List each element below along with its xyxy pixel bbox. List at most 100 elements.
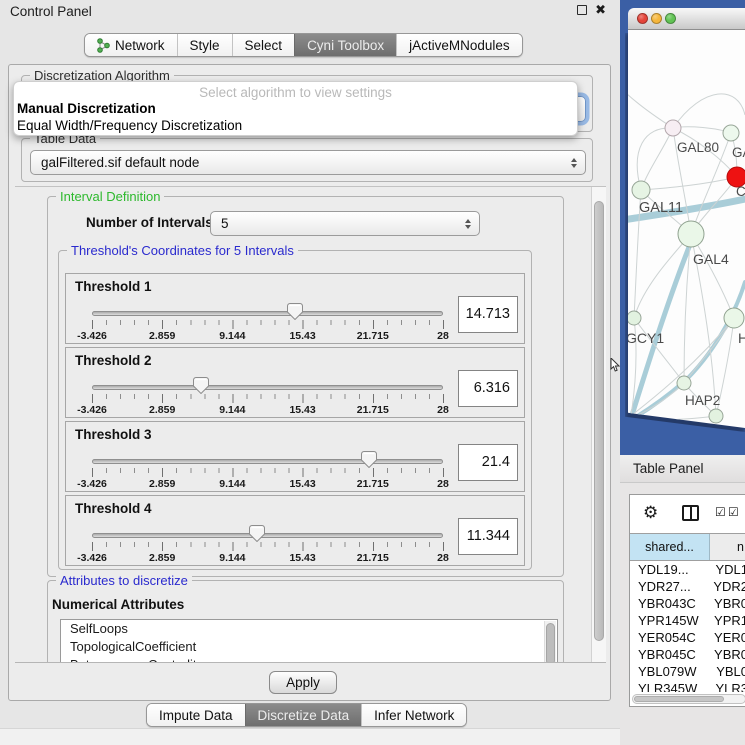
cell-name[interactable]: YDR2 [706, 579, 745, 594]
cell-name[interactable]: YDL1 [708, 562, 745, 577]
table-row[interactable]: YBR045CYBR0 [630, 646, 745, 663]
network-node[interactable] [678, 221, 704, 247]
control-panel-tabbar: Network Style SelectCyni Toolbox jActiveMNo… [84, 33, 523, 57]
slider-track[interactable] [92, 459, 443, 464]
threshold-value-field[interactable]: 11.344 [458, 518, 518, 555]
slider-tick-label: 9.144 [219, 552, 245, 564]
tab-impute-data[interactable]: Impute Data [147, 704, 245, 726]
number-of-intervals-combobox[interactable]: 5 [210, 211, 480, 236]
threshold-value-field[interactable]: 14.713 [458, 296, 518, 333]
network-node[interactable] [724, 308, 744, 328]
checkbox-icon[interactable]: ☑ [728, 505, 739, 519]
network-node-label: GAL80 [677, 140, 719, 155]
vertical-scrollbar[interactable] [591, 187, 606, 662]
table-data-combobox[interactable]: galFiltered.sif default node [30, 150, 586, 175]
tab-network[interactable]: Network [85, 34, 177, 56]
attribute-list-item[interactable]: SelfLoops [61, 620, 557, 638]
table-row[interactable]: YDL19...YDL1 [630, 561, 745, 578]
table-row[interactable]: YBL079WYBL0 [630, 663, 745, 680]
table-data-group: Table Data galFiltered.sif default node [21, 138, 593, 182]
slider-tick-label: 15.43 [289, 330, 315, 342]
network-node[interactable] [628, 311, 641, 325]
slider-thumb[interactable] [287, 303, 303, 320]
tab-select[interactable]: Select [232, 34, 295, 56]
tab-discretize-data[interactable]: Discretize Data [245, 704, 362, 726]
threshold-label: Threshold 2 [75, 353, 152, 368]
slider-track[interactable] [92, 533, 443, 538]
network-node[interactable] [665, 120, 681, 136]
slider-thumb[interactable] [361, 451, 377, 468]
network-node[interactable] [632, 181, 650, 199]
table-row[interactable]: YPR145WYPR1 [630, 612, 745, 629]
table-row[interactable]: YDR27...YDR2 [630, 578, 745, 595]
checkbox-icon[interactable]: ☑ [715, 505, 726, 519]
attribute-list-item[interactable]: TopologicalCoefficient [61, 638, 557, 656]
window-buttons: ✖ [577, 4, 606, 16]
cell-name[interactable]: YBR0 [707, 596, 745, 611]
threshold-value-field[interactable]: 6.316 [458, 370, 518, 407]
numerical-attributes-label: Numerical Attributes [52, 597, 184, 612]
dropdown-option-equal-width-frequency[interactable]: Equal Width/Frequency Discretization [17, 118, 242, 133]
gear-icon[interactable]: ⚙ [643, 503, 658, 523]
control-panel: Control Panel ✖ NetworkStyleSelectCyni T… [0, 0, 620, 745]
cell-name[interactable]: YBL0 [709, 664, 745, 679]
tab-cyni-toolbox[interactable]: Cyni Toolbox [294, 34, 396, 56]
apply-button[interactable]: Apply [269, 671, 337, 694]
cell-shared-name[interactable]: YER054C [630, 630, 707, 645]
dropdown-option-manual-discretization[interactable]: Manual Discretization [17, 101, 156, 116]
tab-label: Style [190, 38, 220, 53]
list-scrollbar[interactable] [544, 621, 556, 663]
minimize-traffic-light[interactable] [651, 13, 662, 24]
tab-infer-network[interactable]: Infer Network [361, 704, 466, 726]
network-window-titlebar[interactable] [628, 8, 745, 30]
cell-name[interactable]: YPR1 [707, 613, 745, 628]
slider-thumb[interactable] [193, 377, 209, 394]
cell-shared-name[interactable]: YBR043C [630, 596, 707, 611]
close-icon[interactable]: ✖ [595, 4, 606, 16]
slider-tick-label: 2.859 [149, 330, 175, 342]
tab-label: jActiveMNodules [409, 38, 510, 53]
threshold-row-3: Threshold 3-3.4262.8599.14415.4321.71528… [65, 421, 525, 492]
interval-definition-group: Interval Definition Number of Intervals … [47, 196, 564, 577]
cell-shared-name[interactable]: YLR345W [630, 681, 708, 692]
tab-jactivemnodules[interactable]: jActiveMNodules [396, 34, 522, 56]
cell-shared-name[interactable]: YDR27... [630, 579, 706, 594]
table-row[interactable]: YER054CYER0 [630, 629, 745, 646]
tab-style[interactable]: Style [177, 34, 232, 56]
zoom-traffic-light[interactable] [665, 13, 676, 24]
cell-shared-name[interactable]: YBL079W [630, 664, 709, 679]
slider-track[interactable] [92, 311, 443, 316]
cell-shared-name[interactable]: YPR145W [630, 613, 707, 628]
horizontal-scrollbar[interactable] [632, 694, 745, 704]
slider-track[interactable] [92, 385, 443, 390]
network-node-label: GAL4 [693, 251, 729, 267]
scrollbar-thumb[interactable] [594, 201, 604, 641]
split-columns-icon[interactable] [682, 505, 699, 521]
float-window-icon[interactable] [577, 5, 587, 15]
attribute-list-item[interactable]: BetweennessCentrality [61, 656, 557, 663]
column-header-shared-name[interactable]: shared... [630, 534, 710, 560]
network-node[interactable] [709, 409, 723, 423]
network-icon [97, 38, 110, 53]
cell-name[interactable]: YER0 [707, 630, 745, 645]
dropdown-placeholder-option[interactable]: Select algorithm to view settings [14, 85, 577, 100]
slider-major-ticks [92, 320, 444, 329]
table-toolbar: ⚙ ☑ ☑ [630, 495, 745, 533]
close-traffic-light[interactable] [637, 13, 648, 24]
numerical-attributes-list[interactable]: SelfLoopsTopologicalCoefficientBetweenne… [60, 619, 558, 663]
table-panel: Table Panel ⚙ ☑ ☑ shared... n YDL19...YD… [620, 455, 745, 745]
cell-shared-name[interactable]: YBR045C [630, 647, 707, 662]
threshold-value-field[interactable]: 21.4 [458, 444, 518, 481]
table-row[interactable]: YLR345WYLR3 [630, 680, 745, 692]
threshold-coordinates-group-title: Threshold's Coordinates for 5 Intervals [67, 243, 298, 258]
network-node[interactable] [723, 125, 739, 141]
cell-shared-name[interactable]: YDL19... [630, 562, 708, 577]
column-header-name[interactable]: n [710, 534, 745, 560]
scrollbar-thumb[interactable] [634, 696, 724, 702]
cell-name[interactable]: YBR0 [707, 647, 745, 662]
slider-thumb[interactable] [249, 525, 265, 542]
network-canvas[interactable]: GAL80GACGAL11GAL4GCY1HHAP2 [628, 30, 745, 430]
cell-name[interactable]: YLR3 [708, 681, 745, 692]
network-node[interactable] [677, 376, 691, 390]
table-row[interactable]: YBR043CYBR0 [630, 595, 745, 612]
